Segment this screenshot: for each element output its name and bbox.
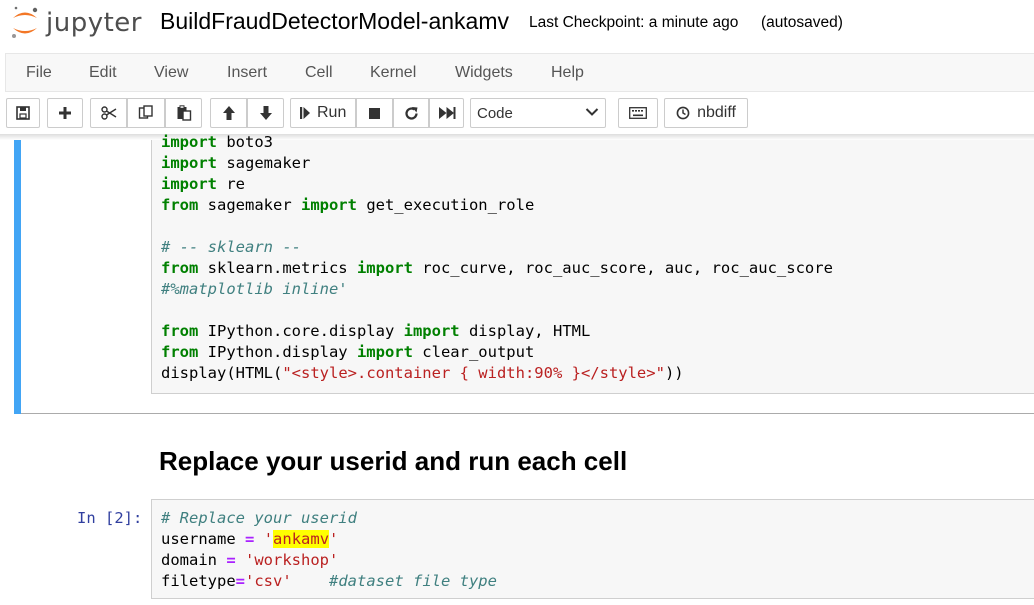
notebook-title[interactable]: BuildFraudDetectorModel-ankamv [160, 8, 509, 35]
checkpoint-status: Last Checkpoint: a minute ago [529, 14, 739, 31]
menu-insert[interactable]: Insert [227, 64, 267, 82]
code-line: # -- sklearn -- [161, 238, 301, 256]
copy-button[interactable] [127, 98, 165, 128]
copy-icon [138, 105, 153, 119]
paste-button[interactable] [165, 98, 202, 128]
nbdiff-button[interactable]: nbdiff [664, 98, 748, 128]
code-line: filetype='csv' #dataset file type [161, 572, 497, 590]
code-editor[interactable]: import boto3 import sagemaker import re … [151, 133, 1034, 394]
code-editor[interactable]: # Replace your userid username = 'ankamv… [151, 499, 1034, 599]
code-line: import re [161, 175, 245, 193]
code-line: domain = 'workshop' [161, 551, 339, 569]
fast-forward-icon [438, 107, 455, 119]
restart-icon [404, 106, 418, 120]
code-line: display(HTML("<style>.container { width:… [161, 364, 684, 382]
cell-selection-bar [14, 140, 21, 414]
cut-icon [100, 106, 116, 120]
highlighted-userid: ankamv [273, 530, 330, 548]
run-button-label: Run [317, 104, 347, 121]
code-cell-selected[interactable]: import boto3 import sagemaker import re … [14, 133, 1034, 414]
arrow-up-icon [222, 106, 235, 120]
menu-file[interactable]: File [26, 64, 52, 82]
move-up-button[interactable] [210, 98, 247, 128]
paste-icon [177, 105, 191, 121]
nbdiff-button-label: nbdiff [697, 104, 736, 121]
menu-view[interactable]: View [154, 64, 188, 82]
chevron-down-icon [585, 108, 599, 116]
input-prompt: In [2]: [77, 509, 143, 527]
code-line: # Replace your userid [161, 509, 357, 527]
restart-run-all-button[interactable] [429, 98, 464, 128]
move-down-button[interactable] [247, 98, 284, 128]
markdown-heading: Replace your userid and run each cell [159, 446, 628, 476]
save-button[interactable] [6, 98, 40, 128]
code-line: from sagemaker import get_execution_role [161, 196, 535, 214]
notebook-header: jupyter BuildFraudDetectorModel-ankamv L… [0, 0, 1034, 52]
save-icon [16, 106, 30, 120]
insert-cell-button[interactable] [47, 98, 83, 128]
jupyter-logo-icon [12, 6, 38, 38]
step-forward-icon [300, 107, 310, 119]
menu-widgets[interactable]: Widgets [455, 64, 513, 82]
jupyter-logo[interactable]: jupyter [10, 5, 142, 41]
code-line: from IPython.display import clear_output [161, 343, 535, 361]
stop-icon [369, 107, 380, 119]
code-line: from sklearn.metrics import roc_curve, r… [161, 259, 833, 277]
restart-kernel-button[interactable] [393, 98, 429, 128]
plus-icon [59, 107, 71, 119]
code-line: #%matplotlib inline' [161, 280, 348, 298]
code-line: import boto3 [161, 133, 273, 151]
run-button[interactable]: Run [290, 98, 356, 128]
cell-type-value: Code [477, 105, 513, 122]
menubar: File Edit View Insert Cell Kernel Widget… [5, 53, 1034, 92]
cell-type-select[interactable]: Code [470, 98, 606, 128]
menu-kernel[interactable]: Kernel [370, 64, 416, 82]
cut-button[interactable] [90, 98, 127, 128]
main-toolbar: Run Code nbdiff [0, 96, 1034, 134]
clock-icon [676, 106, 690, 120]
menu-cell[interactable]: Cell [305, 64, 333, 82]
code-line: username = 'ankamv' [161, 530, 339, 548]
menu-help[interactable]: Help [551, 64, 584, 82]
command-palette-button[interactable] [618, 98, 658, 128]
menu-edit[interactable]: Edit [89, 64, 117, 82]
logo-text: jupyter [46, 8, 142, 38]
keyboard-icon [629, 107, 647, 119]
code-line: import sagemaker [161, 154, 311, 172]
autosave-status: (autosaved) [761, 14, 843, 31]
code-line: from IPython.core.display import display… [161, 322, 591, 340]
arrow-down-icon [259, 106, 272, 120]
interrupt-button[interactable] [356, 98, 393, 128]
